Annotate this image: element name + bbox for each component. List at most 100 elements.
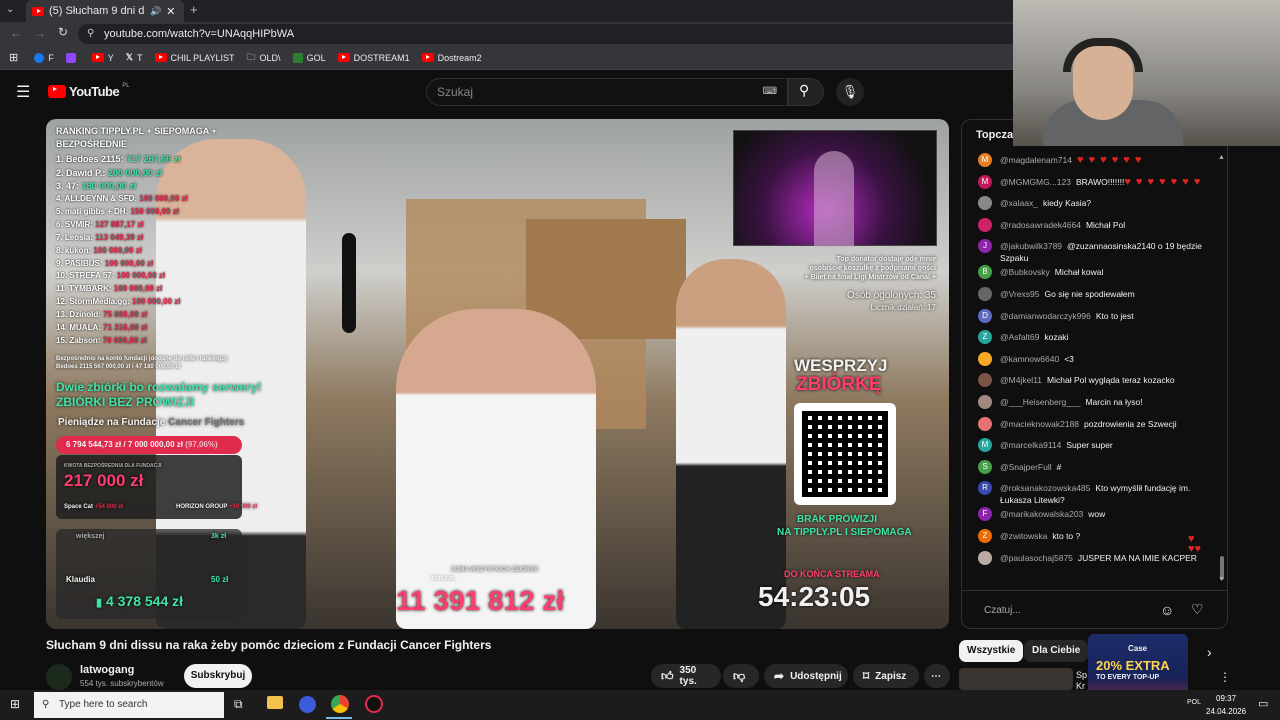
- chat-message[interactable]: M @magdalenam714 ♥ ♥ ♥ ♥ ♥ ♥: [962, 152, 1222, 174]
- chat-author[interactable]: @___Heisenberg___: [1000, 397, 1080, 407]
- recommended-video-thumb[interactable]: [959, 668, 1073, 690]
- save-button[interactable]: ⌑ Zapisz: [853, 664, 919, 688]
- dislike-button[interactable]: 👎︎: [723, 664, 759, 688]
- search-button[interactable]: ⚲: [788, 78, 824, 106]
- taskbar-search-input[interactable]: ⚲ Type here to search: [34, 692, 224, 718]
- chat-avatar[interactable]: J: [978, 239, 992, 254]
- chat-title[interactable]: Topczat: [976, 129, 1017, 141]
- chat-avatar[interactable]: R: [978, 481, 992, 496]
- chat-author[interactable]: @magdalenam714: [1000, 155, 1072, 165]
- chrome-icon[interactable]: [331, 695, 349, 713]
- chat-avatar[interactable]: D: [978, 308, 992, 323]
- chat-scroll-up-icon[interactable]: ▲: [1218, 154, 1225, 161]
- chat-message[interactable]: M @marcelka9114 Super super: [962, 437, 1222, 459]
- heart-reaction-icon[interactable]: ♡: [1191, 601, 1204, 618]
- chat-author[interactable]: @marikakowalska203: [1000, 509, 1083, 519]
- chat-avatar[interactable]: M: [978, 438, 992, 453]
- browser-tab-active[interactable]: (5) Słucham 9 dni dissu na 🔊 ✕: [26, 0, 184, 22]
- chip-all[interactable]: Wszystkie: [959, 640, 1024, 662]
- voice-search-button[interactable]: 🎙: [836, 78, 864, 106]
- bookmark-dostream1[interactable]: DOSTREAM1: [337, 53, 410, 63]
- chat-author[interactable]: @MGMGMG...123: [1000, 177, 1071, 187]
- new-tab-button[interactable]: +: [190, 2, 198, 17]
- language-indicator[interactable]: POL: [1187, 699, 1201, 706]
- chat-message[interactable]: F @marikakowalska203 wow: [962, 506, 1222, 528]
- chat-author[interactable]: @radosawradek4664: [1000, 220, 1081, 230]
- reload-icon[interactable]: ↻: [58, 25, 68, 39]
- bookmark-gol[interactable]: GOL: [292, 52, 326, 63]
- chat-author[interactable]: @xalaax_: [1000, 198, 1038, 208]
- chip-next-icon[interactable]: ›: [1207, 644, 1212, 660]
- share-button[interactable]: ➦ Udostępnij: [764, 664, 848, 688]
- chat-input[interactable]: Czatuj...: [972, 600, 1162, 622]
- notification-icon[interactable]: ▭: [1258, 697, 1268, 710]
- channel-avatar[interactable]: [46, 664, 72, 690]
- recommended-title-fragment[interactable]: Sp Kr: [1076, 670, 1087, 692]
- chat-avatar[interactable]: [978, 550, 992, 565]
- channel-name[interactable]: latwogang: [80, 664, 134, 676]
- chat-author[interactable]: @SnajperFull: [1000, 462, 1052, 472]
- app-icon-2[interactable]: [365, 695, 383, 713]
- chat-avatar[interactable]: Z: [978, 330, 992, 345]
- chat-author[interactable]: @jakubwilk3789: [1000, 241, 1062, 251]
- chat-avatar[interactable]: [978, 196, 992, 211]
- system-clock[interactable]: 09:37 24.04.2026: [1206, 692, 1246, 718]
- apps-grid-icon[interactable]: ⊞: [9, 51, 18, 64]
- qr-code[interactable]: [794, 403, 896, 505]
- bookmark-old[interactable]: 🗀 OLD\: [247, 50, 281, 66]
- keyboard-icon[interactable]: ⌨: [763, 79, 777, 105]
- forward-icon[interactable]: →: [34, 26, 46, 40]
- chat-message[interactable]: B @Bubkovsky Michał kowal: [962, 264, 1222, 286]
- app-icon-1[interactable]: [299, 696, 316, 713]
- chat-message[interactable]: @macieknowak2188 pozdrowienia ze Szwecji: [962, 416, 1222, 438]
- bookmark-chil-playlist[interactable]: CHIL PLAYLIST: [154, 53, 235, 63]
- like-button[interactable]: 👍︎ 350 tys.: [651, 664, 721, 688]
- windows-start-icon[interactable]: ⊞: [10, 697, 20, 711]
- chat-avatar[interactable]: [978, 373, 992, 388]
- chat-author[interactable]: @damianwodarczyk996: [1000, 311, 1091, 321]
- chat-message[interactable]: @kamnow6640 <3: [962, 351, 1222, 373]
- bookmark-dostream2[interactable]: Dostream2: [421, 53, 482, 63]
- chat-author[interactable]: @paulasochaj5875: [1000, 553, 1073, 563]
- file-explorer-icon[interactable]: [267, 696, 283, 709]
- youtube-logo[interactable]: YouTube PL: [48, 83, 130, 99]
- chat-avatar[interactable]: F: [978, 507, 992, 522]
- chat-message[interactable]: Z @zwitowska kto to ?: [962, 528, 1222, 550]
- chat-message[interactable]: M @MGMGMG...123 BRAWO!!!!!!!♥ ♥ ♥ ♥ ♥ ♥ ♥: [962, 174, 1222, 196]
- chat-author[interactable]: @marcelka9114: [1000, 440, 1061, 450]
- chat-avatar[interactable]: M: [978, 174, 992, 189]
- chat-message-list[interactable]: M @magdalenam714 ♥ ♥ ♥ ♥ ♥ ♥ M @MGMGMG...123…: [962, 152, 1222, 571]
- video-player[interactable]: RANKING TIPPLY.PL + SIEPOMAGA + BEZPOŚRE…: [46, 119, 949, 629]
- chat-message[interactable]: J @jakubwilk3789 @zuzannaosinska2140 o 19 …: [962, 238, 1222, 264]
- chat-author[interactable]: @roksanakozowska485: [1000, 483, 1090, 493]
- chat-message[interactable]: D @damianwodarczyk996 Kto to jest: [962, 308, 1222, 330]
- close-tab-icon[interactable]: ✕: [166, 5, 175, 18]
- chat-avatar[interactable]: [978, 416, 992, 431]
- bookmark-youtube[interactable]: Y: [91, 53, 114, 63]
- emoji-icon[interactable]: ☺: [1160, 602, 1174, 618]
- chat-avatar[interactable]: [978, 394, 992, 409]
- bookmark-twitch[interactable]: [65, 52, 80, 63]
- chat-message[interactable]: Z @Asfalt69 kozaki: [962, 329, 1222, 351]
- chat-message[interactable]: @radosawradek4664 Michał Pol: [962, 217, 1222, 239]
- bookmark-x[interactable]: 𝕏T: [126, 52, 143, 63]
- chat-avatar[interactable]: M: [978, 153, 992, 167]
- chip-for-you[interactable]: Dla Ciebie: [1024, 640, 1089, 662]
- more-vert-icon[interactable]: ⋮: [1219, 670, 1231, 684]
- audio-icon[interactable]: 🔊: [150, 6, 161, 17]
- chat-message[interactable]: @___Heisenberg___ Marcin na łyso!: [962, 394, 1222, 416]
- site-info-icon[interactable]: ⚲: [87, 24, 94, 44]
- chat-author[interactable]: @M4jkel11: [1000, 375, 1042, 385]
- chat-scroll-down-icon[interactable]: ▼: [1218, 576, 1225, 583]
- subscribe-button[interactable]: Subskrybuj: [184, 664, 252, 688]
- chat-message[interactable]: R @roksanakozowska485 Kto wymyślił fundacj…: [962, 480, 1222, 506]
- back-icon[interactable]: ←: [10, 26, 22, 40]
- chat-message[interactable]: @M4jkel11 Michał Pol wygląda teraz kozack…: [962, 372, 1222, 394]
- menu-icon[interactable]: ☰: [16, 82, 30, 102]
- bookmark-facebook[interactable]: F: [34, 52, 54, 63]
- chat-message[interactable]: S @SnajperFull #: [962, 459, 1222, 481]
- more-actions-button[interactable]: ⋯: [924, 664, 950, 688]
- chat-avatar[interactable]: B: [978, 265, 992, 280]
- task-view-icon[interactable]: ⧉: [234, 697, 243, 712]
- tab-list-icon[interactable]: ⌄: [6, 4, 14, 15]
